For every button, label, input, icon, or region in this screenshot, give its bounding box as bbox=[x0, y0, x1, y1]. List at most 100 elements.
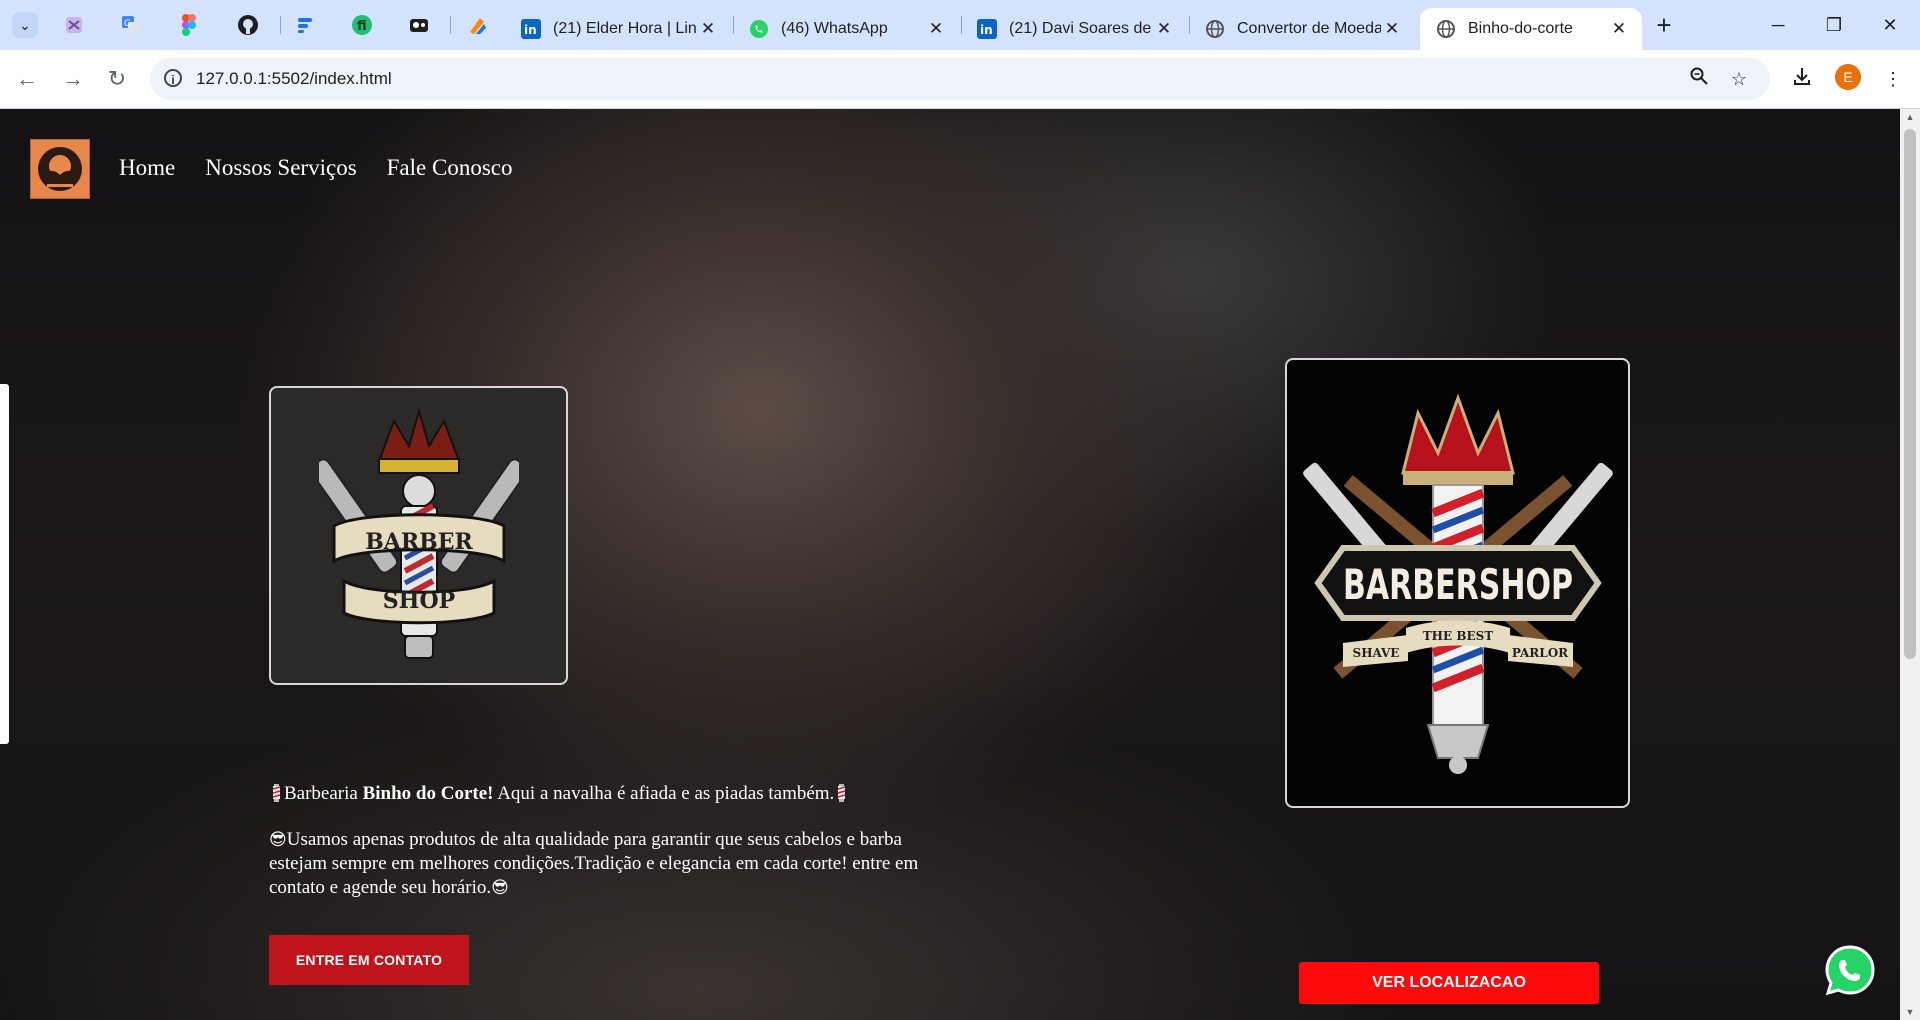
arrow-left-icon: ← bbox=[16, 66, 38, 91]
tab-separator bbox=[450, 16, 451, 34]
svg-text:G: G bbox=[124, 19, 131, 29]
tab-title: (21) Davi Soares de S bbox=[1009, 20, 1153, 37]
linkedin-icon: in bbox=[977, 19, 997, 39]
barber-mustache-logo-icon bbox=[38, 147, 82, 191]
reload-icon: ↻ bbox=[107, 66, 127, 91]
new-tab-button[interactable]: + bbox=[1650, 12, 1678, 40]
site-logo[interactable] bbox=[30, 139, 90, 199]
pinned-tab-app[interactable] bbox=[465, 13, 489, 37]
reload-button[interactable]: ↻ bbox=[104, 66, 130, 92]
emblem-shave-text: SHAVE bbox=[1352, 646, 1399, 660]
pinned-tab-app[interactable] bbox=[407, 13, 431, 37]
plus-icon: + bbox=[1656, 10, 1672, 40]
shop-name: Binho do Corte! bbox=[362, 783, 494, 804]
web-page: Home Nossos Serviços Fale Conosco BARBER… bbox=[0, 109, 1900, 1020]
tab-search-button[interactable]: ⌄ bbox=[12, 12, 38, 38]
bookmark-button[interactable]: ☆ bbox=[1726, 66, 1752, 92]
back-button[interactable]: ← bbox=[14, 66, 40, 92]
nav-contact-link[interactable]: Fale Conosco bbox=[387, 155, 513, 181]
logo-barber-text: BARBER bbox=[365, 529, 473, 555]
whatsapp-icon bbox=[1825, 945, 1875, 996]
barber-pole-icon bbox=[838, 784, 846, 802]
chevron-down-icon: ⌄ bbox=[19, 16, 31, 33]
forward-button[interactable]: → bbox=[60, 66, 86, 92]
page-scrollbar[interactable]: ▲ ▼ bbox=[1900, 109, 1920, 1020]
scroll-up-icon[interactable]: ▲ bbox=[1900, 109, 1920, 125]
svg-text:in: in bbox=[980, 23, 993, 37]
minimize-button[interactable]: ─ bbox=[1758, 10, 1798, 40]
app-icon bbox=[410, 19, 428, 32]
whatsapp-icon bbox=[750, 20, 768, 38]
tab-whatsapp[interactable]: (46) WhatsApp ✕ bbox=[733, 8, 959, 50]
nav-services-link[interactable]: Nossos Serviços bbox=[205, 155, 356, 181]
more-vertical-icon: ⋮ bbox=[1884, 69, 1902, 89]
tab-close-icon[interactable]: ✕ bbox=[1153, 19, 1175, 39]
zoom-out-icon bbox=[1690, 67, 1708, 85]
github-icon bbox=[238, 15, 258, 35]
pinned-tab-translate[interactable]: G bbox=[119, 13, 143, 37]
pinned-tab-app[interactable] bbox=[293, 13, 317, 37]
barber-shop-logo-image: BARBER SHOP bbox=[318, 406, 519, 659]
scroll-down-icon[interactable]: ▼ bbox=[1900, 1004, 1920, 1020]
globe-icon bbox=[1206, 20, 1224, 38]
site-info-icon[interactable]: i bbox=[164, 69, 182, 87]
downloads-button[interactable] bbox=[1789, 66, 1815, 92]
tab-binho-do-corte[interactable]: Binho-do-corte ✕ bbox=[1420, 8, 1642, 50]
intro-suffix: Aqui a navalha é afiada e as piadas tamb… bbox=[493, 783, 835, 804]
address-bar[interactable]: i 127.0.0.1:5502/index.html ☆ bbox=[150, 58, 1770, 100]
close-icon: ✕ bbox=[1882, 15, 1898, 35]
restore-icon: ❐ bbox=[1825, 15, 1843, 35]
zoom-button[interactable] bbox=[1686, 66, 1712, 92]
barbershop-emblem-image: BARBERSHOP SHAVE THE BEST PARLOR bbox=[1302, 393, 1613, 774]
linkedin-icon: in bbox=[521, 19, 541, 39]
pinned-tab-fiverr[interactable]: fi bbox=[350, 13, 374, 37]
sunglasses-emoji-icon: 😎 bbox=[491, 878, 509, 898]
pinned-app-icon bbox=[66, 17, 82, 33]
svg-text:fi: fi bbox=[357, 19, 367, 34]
logo-shop-text: SHOP bbox=[382, 588, 454, 614]
barber-shop-logo-card: BARBER SHOP bbox=[269, 386, 568, 685]
tab-linkedin-elder[interactable]: in (21) Elder Hora | Link ✕ bbox=[505, 8, 731, 50]
description-text: 😎Usamos apenas produtos de alta qualidad… bbox=[269, 828, 959, 900]
tab-close-icon[interactable]: ✕ bbox=[1608, 19, 1630, 39]
globe-icon bbox=[1437, 20, 1455, 38]
app-icon bbox=[298, 18, 312, 33]
tab-linkedin-davi[interactable]: in (21) Davi Soares de S ✕ bbox=[961, 8, 1187, 50]
minimize-icon: ─ bbox=[1771, 15, 1785, 35]
pinned-tab-figma[interactable] bbox=[177, 13, 201, 37]
side-panel-tab[interactable] bbox=[0, 384, 9, 744]
barber-pole-icon bbox=[272, 784, 281, 802]
profile-avatar[interactable]: E bbox=[1835, 64, 1861, 90]
tab-close-icon[interactable]: ✕ bbox=[1381, 19, 1403, 39]
pinned-tab-github[interactable] bbox=[236, 13, 260, 37]
tab-currency-converter[interactable]: Convertor de Moeda ✕ bbox=[1189, 8, 1415, 50]
tab-separator bbox=[280, 16, 281, 34]
browser-menu-button[interactable]: ⋮ bbox=[1880, 66, 1906, 92]
tab-close-icon[interactable]: ✕ bbox=[697, 19, 719, 39]
nav-home-link[interactable]: Home bbox=[119, 155, 175, 181]
arrow-right-icon: → bbox=[62, 66, 84, 91]
tab-title: (46) WhatsApp bbox=[781, 20, 888, 37]
star-icon: ☆ bbox=[1730, 69, 1748, 89]
close-window-button[interactable]: ✕ bbox=[1870, 10, 1910, 40]
emblem-barbershop-text: BARBERSHOP bbox=[1343, 560, 1573, 609]
emblem-the-best-text: THE BEST bbox=[1422, 629, 1493, 643]
tab-title: Convertor de Moeda bbox=[1237, 20, 1381, 37]
download-icon bbox=[1794, 68, 1810, 85]
location-button[interactable]: VER LOCALIZACAO bbox=[1299, 962, 1599, 1004]
whatsapp-float-button[interactable] bbox=[1823, 943, 1877, 997]
emblem-parlor-text: PARLOR bbox=[1511, 646, 1568, 660]
url-text[interactable]: 127.0.0.1:5502/index.html bbox=[196, 69, 392, 89]
restore-button[interactable]: ❐ bbox=[1814, 10, 1854, 40]
fiverr-icon: fi bbox=[352, 15, 372, 35]
tab-title: Binho-do-corte bbox=[1468, 20, 1573, 37]
pinned-tab-app[interactable] bbox=[62, 13, 86, 37]
barbershop-emblem-card: BARBERSHOP SHAVE THE BEST PARLOR bbox=[1285, 358, 1630, 808]
main-nav: Home Nossos Serviços Fale Conosco bbox=[119, 155, 513, 181]
contact-button[interactable]: ENTRE EM CONTATO bbox=[269, 935, 469, 985]
sunglasses-emoji-icon: 😎 bbox=[269, 830, 287, 850]
figma-icon bbox=[182, 14, 196, 36]
browser-toolbar: ← → ↻ i 127.0.0.1:5502/index.html ☆ E ⋮ bbox=[0, 50, 1920, 109]
tab-close-icon[interactable]: ✕ bbox=[925, 19, 947, 39]
scrollbar-thumb[interactable] bbox=[1904, 129, 1916, 659]
